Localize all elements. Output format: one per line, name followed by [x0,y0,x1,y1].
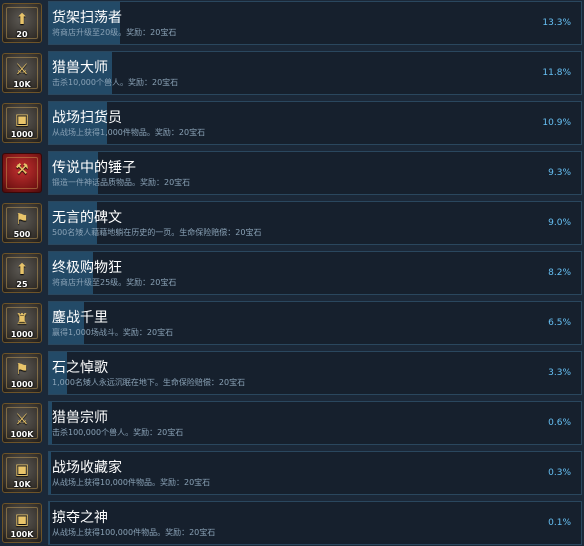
axe-chest-icon: ⚑ 500 [2,203,42,243]
achievement-description: 从战场上获得100,000件物品。奖励：20宝石 [52,528,216,537]
sword-chest-icon: ⚔ 100K [2,403,42,443]
achievement-panel: 石之悼歌 1,000名矮人永远沉眠在地下。生命保险赔偿：20宝石 3.3% [48,351,582,395]
icon-glyph: ▣ [14,460,30,478]
achievement-title: 猎兽宗师 [52,410,108,426]
achievement-row[interactable]: ⚒ 传说中的锤子锻造一件神话品质物品。奖励：20宝石 9.3% [0,150,584,196]
achievement-panel: 传说中的锤子锻造一件神话品质物品。奖励：20宝石 9.3% [48,151,582,195]
achievement-panel: 终极购物狂将商店升级至25级。奖励：20宝石 8.2% [48,251,582,295]
icon-glyph: ⚑ [15,210,29,228]
unlock-percentage: 0.3% [548,468,571,478]
icon-caption: 1000 [10,380,34,389]
achievement-panel: 猎兽宗师击杀100,000个兽人。奖励：20宝石 0.6% [48,401,582,445]
achievement-title: 猎兽大师 [52,60,108,76]
unlock-percentage: 13.3% [542,18,571,28]
arrow-up-chest-icon: ⬆ 25 [2,253,42,293]
achievement-list: ⬆ 20 货架扫荡者将商店升级至20级。奖励：20宝石 13.3% ⚔ 10K 猎兽大师击杀… [0,0,584,546]
achievement-title: 石之悼歌 [52,360,108,376]
unlock-percentage: 0.1% [548,518,571,528]
unlock-percentage: 3.3% [548,368,571,378]
icon-caption: 1000 [10,130,34,139]
icon-glyph: ⚔ [15,60,29,78]
icon-caption: 10K [13,480,31,489]
icon-caption: 1000 [10,330,34,339]
achievement-panel: 无言的碑文 500名矮人藉藉地躺在历史的一页。生命保险赔偿：20宝石 9.0% [48,201,582,245]
icon-glyph: ⚔ [15,410,29,428]
icon-caption: 100K [10,430,34,439]
achievement-panel: 战场收藏家从战场上获得10,000件物品。奖励：20宝石 0.3% [48,451,582,495]
icon-glyph: ⚑ [15,360,29,378]
icon-glyph: ▣ [14,110,30,128]
icon-caption: 100K [10,530,34,539]
achievement-description: 从战场上获得10,000件物品。奖励：20宝石 [52,478,211,487]
sword-chest-icon: ⚔ 10K [2,53,42,93]
icon-glyph: ▣ [14,510,30,528]
chest-icon: ▣ 10K [2,453,42,493]
achievement-description: 500名矮人藉藉地躺在历史的一页。生命保险赔偿：20宝石 [52,228,262,237]
achievement-title: 无言的碑文 [52,210,122,226]
achievement-title: 终极购物狂 [52,260,122,276]
achievement-row[interactable]: ▣ 1000 战场扫货员从战场上获得1,000件物品。奖励：20宝石 10.9% [0,100,584,146]
arrow-up-chest-icon: ⬆ 20 [2,3,42,43]
icon-glyph: ⬆ [15,10,29,28]
achievement-title: 掠夺之神 [52,510,108,526]
unlock-percentage: 9.0% [548,218,571,228]
chest-icon: ▣ 1000 [2,103,42,143]
achievement-row[interactable]: ⬆ 20 货架扫荡者将商店升级至20级。奖励：20宝石 13.3% [0,0,584,46]
unlock-percentage: 11.8% [542,68,571,78]
achievement-description: 锻造一件神话品质物品。奖励：20宝石 [52,178,191,187]
progress-bar-fill [49,452,51,494]
unlock-percentage: 0.6% [548,418,571,428]
achievement-panel: 鏖战千里赢得1,000场战斗。奖励：20宝石 6.5% [48,301,582,345]
achievement-description: 将商店升级至20级。奖励：20宝石 [52,28,177,37]
achievement-title: 战场收藏家 [52,460,122,476]
achievement-panel: 掠夺之神从战场上获得100,000件物品。奖励：20宝石 0.1% [48,501,582,545]
axe-chest-icon: ⚑ 1000 [2,353,42,393]
icon-caption: 10K [13,80,31,89]
dwarf-warrior-icon: ♜ 1000 [2,303,42,343]
unlock-percentage: 9.3% [548,168,571,178]
icon-caption: 20 [16,30,28,39]
achievement-panel: 战场扫货员从战场上获得1,000件物品。奖励：20宝石 10.9% [48,101,582,145]
achievement-row[interactable]: ⚑ 1000 石之悼歌 1,000名矮人永远沉眠在地下。生命保险赔偿：20宝石 3.3% [0,350,584,396]
icon-caption: 25 [16,280,28,289]
unlock-percentage: 6.5% [548,318,571,328]
unlock-percentage: 8.2% [548,268,571,278]
chest-icon: ▣ 100K [2,503,42,543]
achievement-row[interactable]: ⬆ 25 终极购物狂将商店升级至25级。奖励：20宝石 8.2% [0,250,584,296]
achievement-description: 击杀100,000个兽人。奖励：20宝石 [52,428,184,437]
hammer-icon: ⚒ [2,153,42,193]
achievement-description: 1,000名矮人永远沉眠在地下。生命保险赔偿：20宝石 [52,378,246,387]
icon-glyph: ⚒ [15,160,29,178]
icon-caption: 500 [13,230,31,239]
achievement-description: 将商店升级至25级。奖励：20宝石 [52,278,177,287]
achievement-panel: 猎兽大师击杀10,000个兽人。奖励：20宝石 11.8% [48,51,582,95]
icon-glyph: ⬆ [15,260,29,278]
achievement-description: 从战场上获得1,000件物品。奖励：20宝石 [52,128,206,137]
unlock-percentage: 10.9% [542,118,571,128]
achievement-title: 货架扫荡者 [52,10,122,26]
achievement-title: 鏖战千里 [52,310,108,326]
achievement-row[interactable]: ⚔ 10K 猎兽大师击杀10,000个兽人。奖励：20宝石 11.8% [0,50,584,96]
achievement-row[interactable]: ▣ 100K 掠夺之神从战场上获得100,000件物品。奖励：20宝石 0.1% [0,500,584,546]
achievement-title: 传说中的锤子 [52,160,136,176]
achievement-row[interactable]: ⚑ 500 无言的碑文 500名矮人藉藉地躺在历史的一页。生命保险赔偿：20宝石 9.0… [0,200,584,246]
achievement-title: 战场扫货员 [52,110,122,126]
achievement-description: 击杀10,000个兽人。奖励：20宝石 [52,78,179,87]
achievement-description: 赢得1,000场战斗。奖励：20宝石 [52,328,174,337]
achievement-row[interactable]: ▣ 10K 战场收藏家从战场上获得10,000件物品。奖励：20宝石 0.3% [0,450,584,496]
achievement-row[interactable]: ♜ 1000 鏖战千里赢得1,000场战斗。奖励：20宝石 6.5% [0,300,584,346]
progress-bar-fill [49,502,50,544]
achievement-panel: 货架扫荡者将商店升级至20级。奖励：20宝石 13.3% [48,1,582,45]
achievement-row[interactable]: ⚔ 100K 猎兽宗师击杀100,000个兽人。奖励：20宝石 0.6% [0,400,584,446]
icon-glyph: ♜ [15,310,29,328]
